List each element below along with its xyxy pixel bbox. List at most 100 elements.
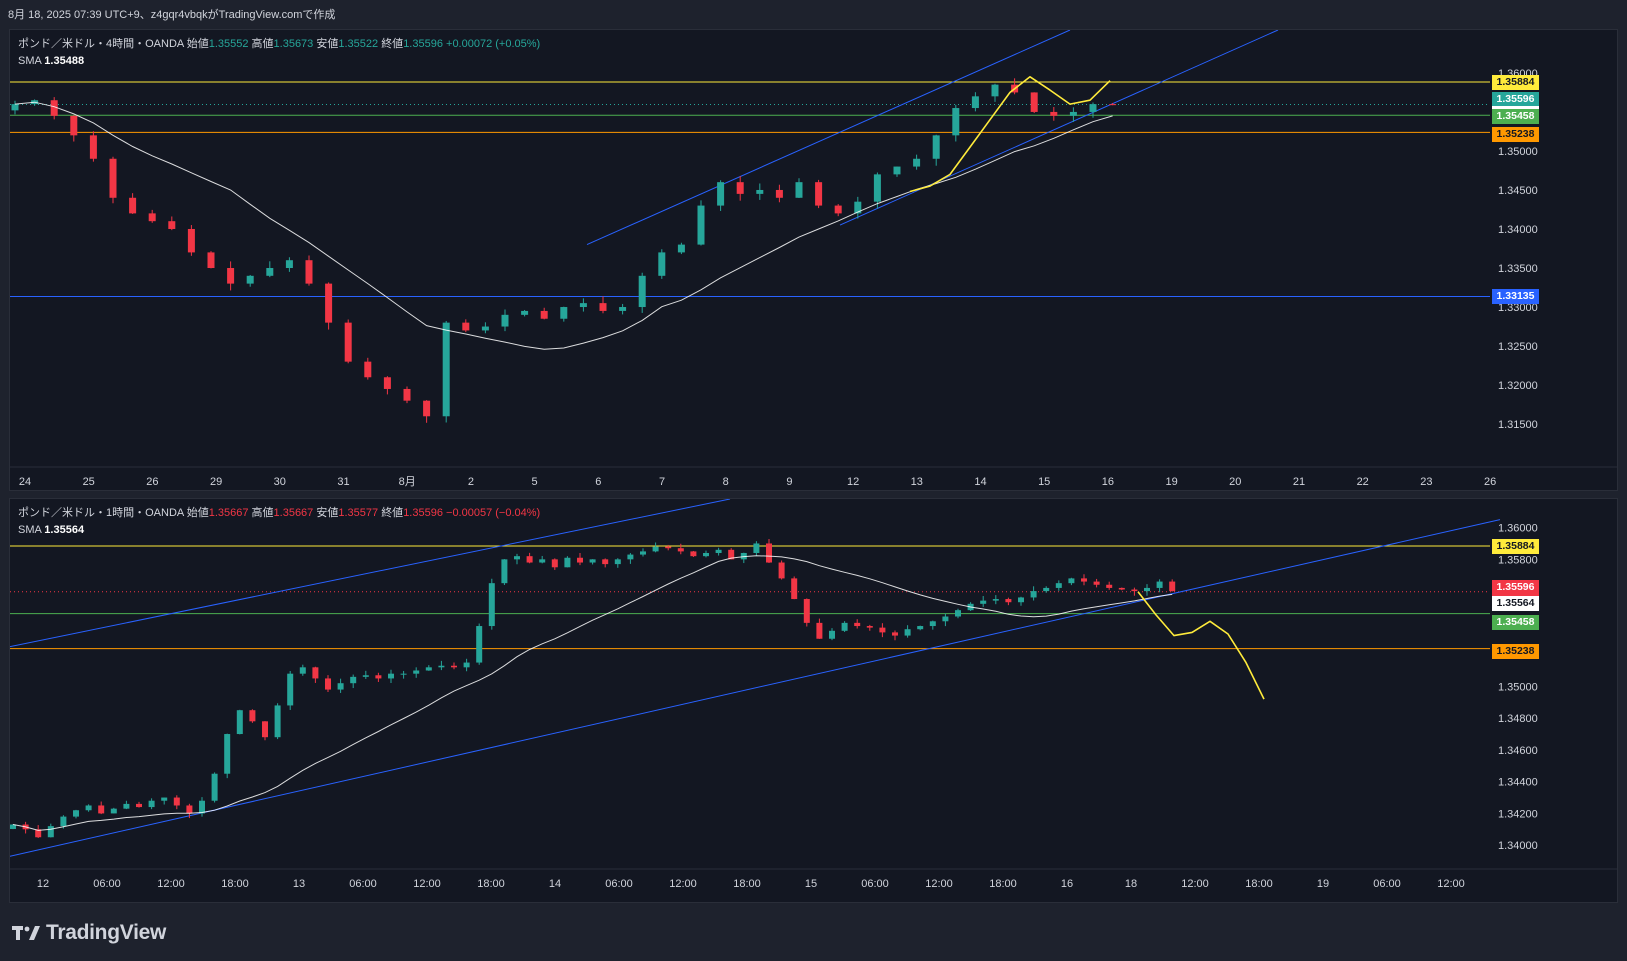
chart-canvas-1h[interactable]: 1.360001.358001.356001.354001.352001.350… [10,499,1617,902]
candle-body [1050,111,1058,116]
candle-body [1030,92,1038,112]
high-label: 高値 [251,507,274,519]
candle-body [756,189,764,194]
time-axis-label: 12:00 [157,878,185,890]
candle-body [640,551,646,555]
candle-body [1043,587,1050,592]
candle-body [834,205,842,214]
candle-body [350,676,357,684]
candle-body [526,556,533,563]
time-axis-label: 14 [974,476,986,488]
time-axis-label: 19 [1317,878,1329,890]
candle-body [1005,599,1012,603]
candle-body [892,632,898,636]
candle-body [775,189,783,198]
time-axis-label: 2 [468,476,474,488]
time-axis-label: 29 [210,476,222,488]
candle-body [438,665,445,668]
candle-body [266,268,274,276]
candle-body [337,683,344,690]
price-tag-value: 1.33135 [1496,290,1535,303]
price-axis-label: 1.35000 [1498,146,1538,158]
candle-body [362,675,369,677]
candle-body [665,546,672,549]
sma-label[interactable]: SMA [18,524,41,536]
chart-pane-4h[interactable]: 1.360001.355001.350001.345001.340001.335… [9,29,1618,491]
sma-label[interactable]: SMA [18,55,41,67]
candle-body [980,600,987,604]
time-axis-label: 12:00 [1437,878,1465,890]
candle-body [11,104,19,111]
candle-body [815,182,823,206]
chart-canvas-4h[interactable]: 1.360001.355001.350001.345001.340001.335… [10,30,1617,490]
time-axis-label: 15 [805,878,817,890]
chart-pane-1h[interactable]: 1.360001.358001.356001.354001.352001.350… [9,498,1618,903]
candle-body [803,599,810,623]
candle-body [423,400,431,417]
high-value: 1.35667 [273,507,314,519]
price-axis-label: 1.35000 [1498,681,1538,693]
candle-body [795,182,803,198]
candle-body [1018,597,1024,603]
candle-body [211,773,218,801]
time-axis-label: 21 [1293,476,1305,488]
price-axis-label: 1.32000 [1498,380,1538,392]
candle-body [866,626,873,628]
sma-value: 1.35488 [44,55,85,67]
candle-body [791,578,798,600]
candle-body [1089,104,1097,112]
candle-body [375,675,382,679]
candle-body [299,667,306,674]
candle-body [736,182,744,194]
legend-1h: ポンド／米ドル・1時間・OANDA 始値1.35667 高値1.35667 安値… [18,505,540,539]
tradingview-wordmark: TradingView [46,921,167,944]
open-label: 始値 [186,507,209,519]
candle-body [991,84,999,97]
price-tag-value: 1.35238 [1496,644,1535,657]
change-value: +0.00072 (+0.05%) [446,38,541,50]
legend-4h: ポンド／米ドル・4時間・OANDA 始値1.35552 高値1.35673 安値… [18,36,540,70]
candle-body [829,630,835,639]
candle-body [652,546,659,552]
snapshot-header: 8月 18, 2025 07:39 UTC+9、z4gqr4vbqkがTradi… [8,9,336,21]
candle-body [952,108,960,136]
candle-body [227,268,235,284]
time-axis-label: 23 [1420,476,1432,488]
footer-brand[interactable]: TradingView [12,921,166,945]
symbol-label[interactable]: ポンド／米ドル・1時間・OANDA [18,507,184,519]
candle-body [344,322,352,362]
candle-body [560,307,568,319]
candle-body [514,556,520,560]
time-axis-label: 6 [595,476,601,488]
time-axis-label: 18:00 [733,878,761,890]
price-tag-value: 1.35458 [1496,615,1535,628]
time-axis-label: 06:00 [1373,878,1401,890]
time-axis-label: 25 [83,476,95,488]
candle-body [579,303,587,308]
open-value: 1.35552 [208,38,249,50]
price-axis-label: 1.36000 [1498,523,1538,535]
time-axis-label: 15 [1038,476,1050,488]
candle-body [388,673,394,679]
time-axis-label: 13 [293,878,305,890]
candle-body [1169,581,1176,592]
price-tag-value: 1.35596 [1496,93,1535,106]
price-axis-label: 1.34000 [1498,224,1538,236]
candle-body [717,182,725,206]
time-axis-label: 31 [337,476,349,488]
candle-body [501,314,509,327]
price-tag-value: 1.35596 [1496,580,1535,593]
candle-body [677,244,685,253]
high-value: 1.35673 [273,38,314,50]
candle-body [1156,581,1163,588]
candle-body [481,326,489,331]
candle-body [442,322,450,417]
candle-body [1106,584,1113,588]
open-label: 始値 [186,38,209,50]
symbol-label[interactable]: ポンド／米ドル・4時間・OANDA [18,38,184,50]
close-label: 終値 [381,38,404,50]
time-axis-label: 20 [1229,476,1241,488]
tradingview-logo-icon [12,926,40,940]
price-tag-yellow: 1.35884 [1492,539,1539,554]
candle-body [932,135,940,159]
